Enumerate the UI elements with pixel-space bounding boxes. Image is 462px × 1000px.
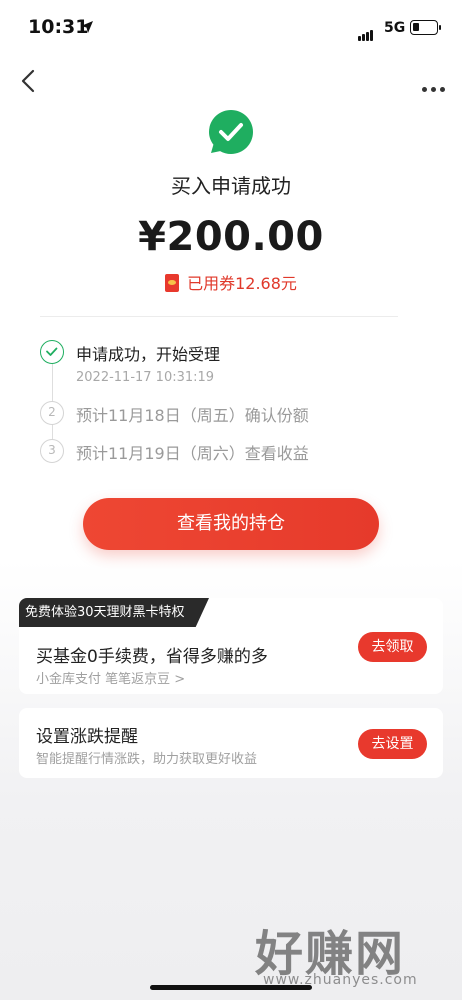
more-dots-icon[interactable] (422, 77, 450, 92)
step-done-icon (40, 340, 64, 364)
signal-icon (358, 22, 374, 41)
view-holdings-button[interactable]: 查看我的持仓 (83, 498, 379, 550)
watermark: 好赚网 www.zhuanyes.com (255, 914, 445, 994)
divider (40, 316, 398, 317)
battery-icon (410, 20, 441, 35)
result-amount: ¥200.00 (138, 214, 324, 260)
status-bar: 10:31 5G (0, 0, 462, 56)
coupon-text: 已用券12.68元 (187, 274, 297, 293)
result-title: 买入申请成功 (171, 174, 291, 198)
claim-button[interactable]: 去领取 (358, 632, 427, 662)
network-label: 5G (384, 20, 406, 36)
alert-card-subtitle: 智能提醒行情涨跌，助力获取更好收益 (36, 752, 258, 767)
check-circle-icon (209, 110, 253, 154)
alert-card-title: 设置涨跌提醒 (36, 727, 138, 747)
promo-tag: 免费体验30天理财黑卡特权 (19, 598, 209, 627)
set-alert-button[interactable]: 去设置 (358, 729, 427, 759)
alert-card[interactable]: 设置涨跌提醒 智能提醒行情涨跌，助力获取更好收益 去设置 (19, 708, 443, 778)
home-indicator[interactable] (150, 985, 312, 990)
step-1-time: 2022-11-17 10:31:19 (76, 370, 215, 385)
step-3-number: 3 (40, 439, 64, 463)
promo-card-subtitle[interactable]: 小金库支付 笔笔返京豆 > (36, 668, 185, 687)
location-arrow-icon (81, 21, 93, 33)
back-chevron-icon[interactable] (14, 66, 44, 96)
step-3-text: 预计11月19日（周六）查看收益 (76, 444, 309, 463)
step-1-text: 申请成功，开始受理 (76, 345, 221, 364)
promo-card-title: 买基金0手续费，省得多赚的多 (36, 647, 268, 667)
step-2-text: 预计11月18日（周五）确认份额 (76, 406, 309, 425)
step-2-number: 2 (40, 401, 64, 425)
promo-card-fee[interactable]: 免费体验30天理财黑卡特权 买基金0手续费，省得多赚的多 小金库支付 笔笔返京豆… (19, 598, 443, 694)
red-envelope-icon (165, 274, 180, 292)
coupon-row: 已用券12.68元 (0, 270, 462, 294)
